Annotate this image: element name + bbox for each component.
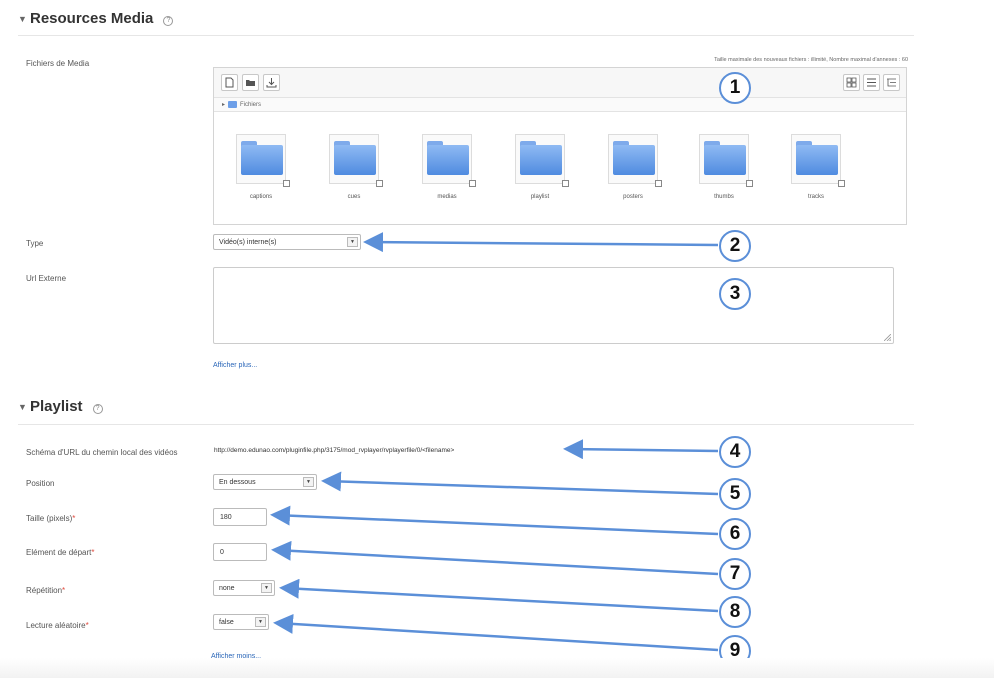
callout-8: 8 [719, 596, 751, 628]
arrow-9 [273, 613, 719, 652]
callout-7: 7 [719, 558, 751, 590]
arrow-8 [279, 578, 719, 613]
callout-6: 6 [719, 518, 751, 550]
callout-2: 2 [719, 230, 751, 262]
arrow-2 [363, 232, 719, 253]
callout-5: 5 [719, 478, 751, 510]
arrow-7 [271, 540, 719, 576]
arrow-5 [321, 471, 719, 496]
bottom-fade [0, 658, 994, 678]
callout-4: 4 [719, 436, 751, 468]
callout-1: 1 [719, 72, 751, 104]
arrow-6 [270, 505, 719, 536]
callout-3: 3 [719, 278, 751, 310]
annotation-arrows [270, 232, 719, 652]
arrow-4 [563, 439, 719, 460]
